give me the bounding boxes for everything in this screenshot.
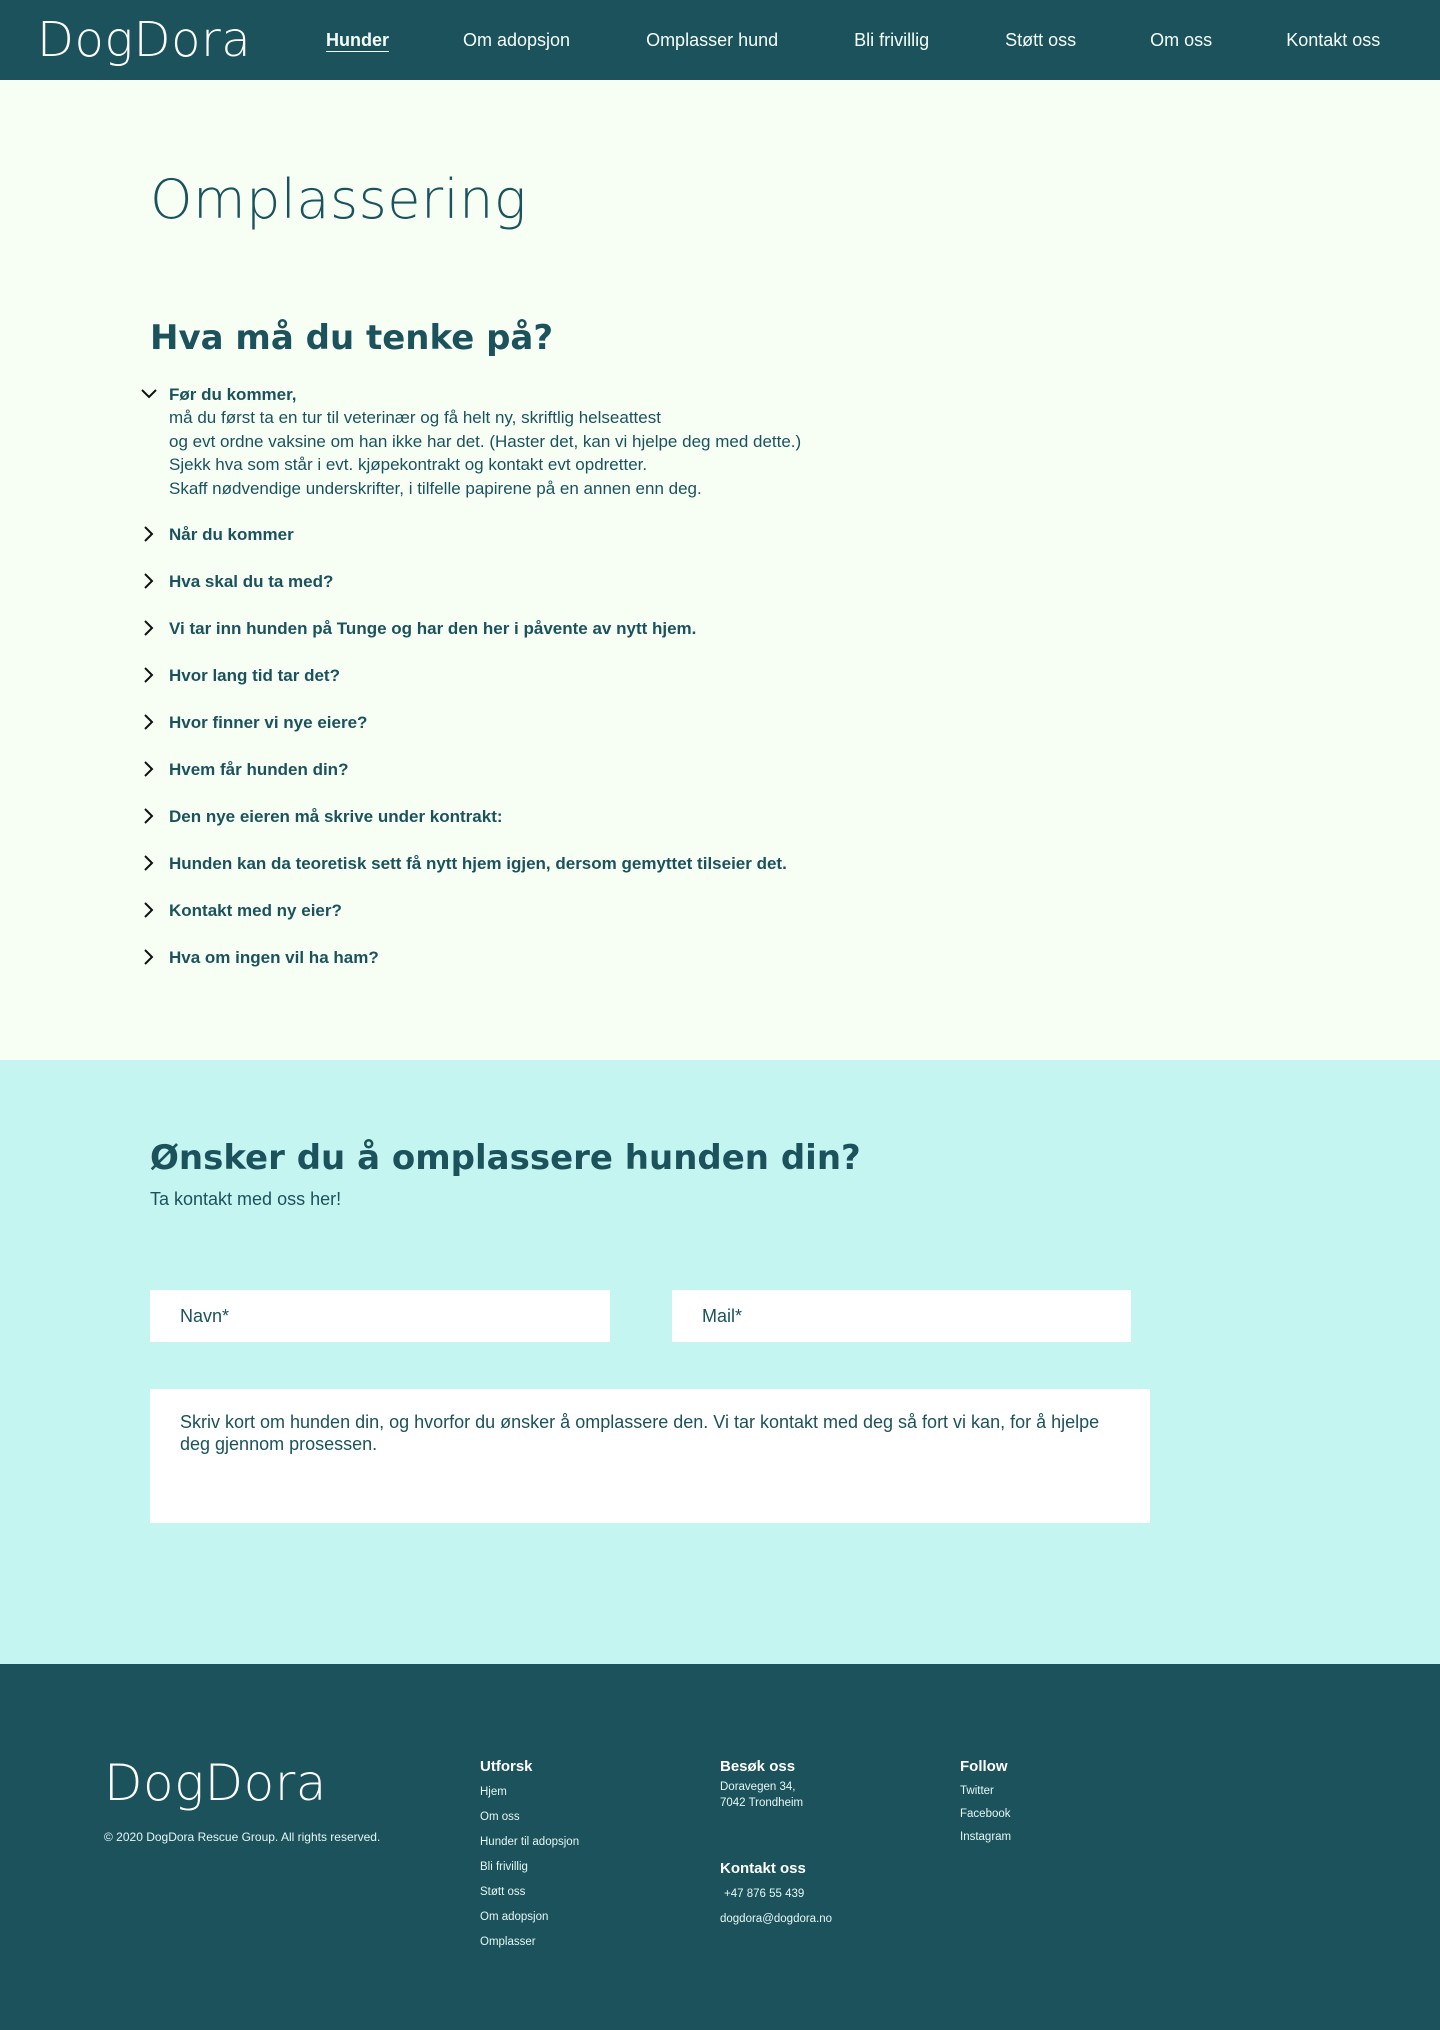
chevron-right-icon (140, 760, 158, 778)
footer-follow-column: Follow Twitter Facebook Instagram (960, 1758, 1011, 1849)
faq-item[interactable]: Hunden kan da teoretisk sett få nytt hje… (140, 853, 900, 900)
faq-question[interactable]: Hva om ingen vil ha ham? (169, 947, 900, 994)
footer-link-omplasser[interactable]: Omplasser (480, 1930, 579, 1955)
chevron-right-icon (140, 572, 158, 590)
footer-link-hunder-til-adopsjon[interactable]: Hunder til adopsjon (480, 1830, 579, 1855)
faq-section-title: Hva må du tenke på? (150, 318, 554, 358)
chevron-right-icon (140, 619, 158, 637)
footer-link-om-oss[interactable]: Om oss (480, 1805, 579, 1830)
chevron-right-icon (140, 948, 158, 966)
chevron-right-icon (140, 713, 158, 731)
site-footer: DogDora © 2020 DogDora Rescue Group. All… (0, 1664, 1440, 2030)
faq-question[interactable]: Hva skal du ta med? (169, 571, 900, 618)
faq-answer: må du først ta en tur til veterinær og f… (169, 406, 900, 500)
main-content: Omplassering Hva må du tenke på? Før du … (0, 80, 1440, 1060)
chevron-down-icon (140, 385, 158, 403)
footer-link-om-adopsjon[interactable]: Om adopsjon (480, 1905, 579, 1930)
footer-visit-column: Besøk oss Doravegen 34, 7042 Trondheim (720, 1758, 803, 1810)
nav-item-omplasser-hund[interactable]: Omplasser hund (646, 30, 778, 51)
footer-link-instagram[interactable]: Instagram (960, 1826, 1011, 1849)
faq-item[interactable]: Hva skal du ta med? (140, 571, 900, 618)
faq-answer-line: og evt ordne vaksine om han ikke har det… (169, 431, 802, 451)
faq-answer-line: må du først ta en tur til veterinær og f… (169, 408, 661, 427)
page-title: Omplassering (150, 168, 527, 231)
faq-question[interactable]: Når du kommer (169, 524, 900, 571)
site-logo[interactable]: DogDora (37, 16, 326, 64)
footer-link-twitter[interactable]: Twitter (960, 1780, 1011, 1803)
nav-item-om-oss[interactable]: Om oss (1150, 30, 1212, 51)
contact-subtitle: Ta kontakt med oss her! (150, 1189, 342, 1209)
email-field[interactable] (672, 1290, 1131, 1342)
footer-follow-title: Follow (960, 1758, 1008, 1775)
faq-accordion: Før du kommer, må du først ta en tur til… (140, 384, 900, 994)
nav-item-hunder[interactable]: Hunder (326, 30, 389, 51)
faq-item[interactable]: Den nye eieren må skrive under kontrakt: (140, 806, 900, 853)
footer-explore-column: Utforsk Hjem Om oss Hunder til adopsjon … (480, 1758, 579, 1955)
contact-title: Ønsker du å omplassere hunden din? (150, 1138, 861, 1178)
faq-item[interactable]: Hvor lang tid tar det? (140, 665, 900, 712)
site-header: DogDora Hunder Om adopsjon Omplasser hun… (0, 0, 1440, 80)
nav-item-om-adopsjon[interactable]: Om adopsjon (463, 30, 570, 51)
chevron-right-icon (140, 666, 158, 684)
address-line: Doravegen 34, (720, 1781, 796, 1793)
footer-logo[interactable]: DogDora (104, 1754, 327, 1812)
faq-item[interactable]: Før du kommer, må du først ta en tur til… (140, 384, 900, 500)
footer-link-facebook[interactable]: Facebook (960, 1803, 1011, 1826)
nav-item-bli-frivillig[interactable]: Bli frivillig (854, 30, 929, 51)
nav-item-kontakt-oss[interactable]: Kontakt oss (1286, 30, 1380, 51)
main-nav: Hunder Om adopsjon Omplasser hund Bli fr… (326, 30, 1380, 51)
faq-item[interactable]: Hvem får hunden din? (140, 759, 900, 806)
faq-item[interactable]: Hvor finner vi nye eiere? (140, 712, 900, 759)
contact-section: Ønsker du å omplassere hunden din? Ta ko… (0, 1060, 1440, 1664)
chevron-right-icon (140, 854, 158, 872)
faq-question[interactable]: Hvor lang tid tar det? (169, 665, 900, 712)
faq-question[interactable]: Før du kommer, (169, 384, 900, 406)
faq-question[interactable]: Kontakt med ny eier? (169, 900, 900, 947)
faq-answer-line: Skaff nødvendige underskrifter, i tilfel… (169, 478, 702, 498)
faq-item[interactable]: Kontakt med ny eier? (140, 900, 900, 947)
footer-link-bli-frivillig[interactable]: Bli frivillig (480, 1855, 579, 1880)
nav-item-stott-oss[interactable]: Støtt oss (1005, 30, 1076, 51)
name-field[interactable] (150, 1290, 610, 1342)
chevron-right-icon (140, 525, 158, 543)
footer-visit-title: Besøk oss (720, 1758, 796, 1775)
email-link[interactable]: dogdora@dogdora.no (720, 1907, 832, 1932)
faq-question[interactable]: Hvem får hunden din? (169, 759, 900, 806)
copyright-text: © 2020 DogDora Rescue Group. All rights … (104, 1830, 381, 1844)
faq-question[interactable]: Hunden kan da teoretisk sett få nytt hje… (169, 853, 900, 900)
chevron-right-icon (140, 901, 158, 919)
faq-answer-line: Sjekk hva som står i evt. kjøpekontrakt … (169, 455, 648, 474)
footer-explore-title: Utforsk (480, 1758, 533, 1775)
footer-contact-title: Kontakt oss (720, 1860, 806, 1877)
footer-link-stott-oss[interactable]: Støtt oss (480, 1880, 579, 1905)
footer-contact-column: Kontakt oss +47 876 55 439 dogdora@dogdo… (720, 1860, 832, 1932)
phone-link[interactable]: +47 876 55 439 (720, 1882, 832, 1907)
faq-question[interactable]: Hvor finner vi nye eiere? (169, 712, 900, 759)
faq-item[interactable]: Vi tar inn hunden på Tunge og har den he… (140, 618, 900, 665)
footer-link-hjem[interactable]: Hjem (480, 1780, 579, 1805)
message-field[interactable] (150, 1389, 1150, 1523)
faq-item[interactable]: Hva om ingen vil ha ham? (140, 947, 900, 994)
address-line: 7042 Trondheim (720, 1797, 804, 1809)
faq-question[interactable]: Den nye eieren må skrive under kontrakt: (169, 806, 900, 853)
faq-question[interactable]: Vi tar inn hunden på Tunge og har den he… (169, 618, 900, 665)
chevron-right-icon (140, 807, 158, 825)
faq-item[interactable]: Når du kommer (140, 524, 900, 571)
